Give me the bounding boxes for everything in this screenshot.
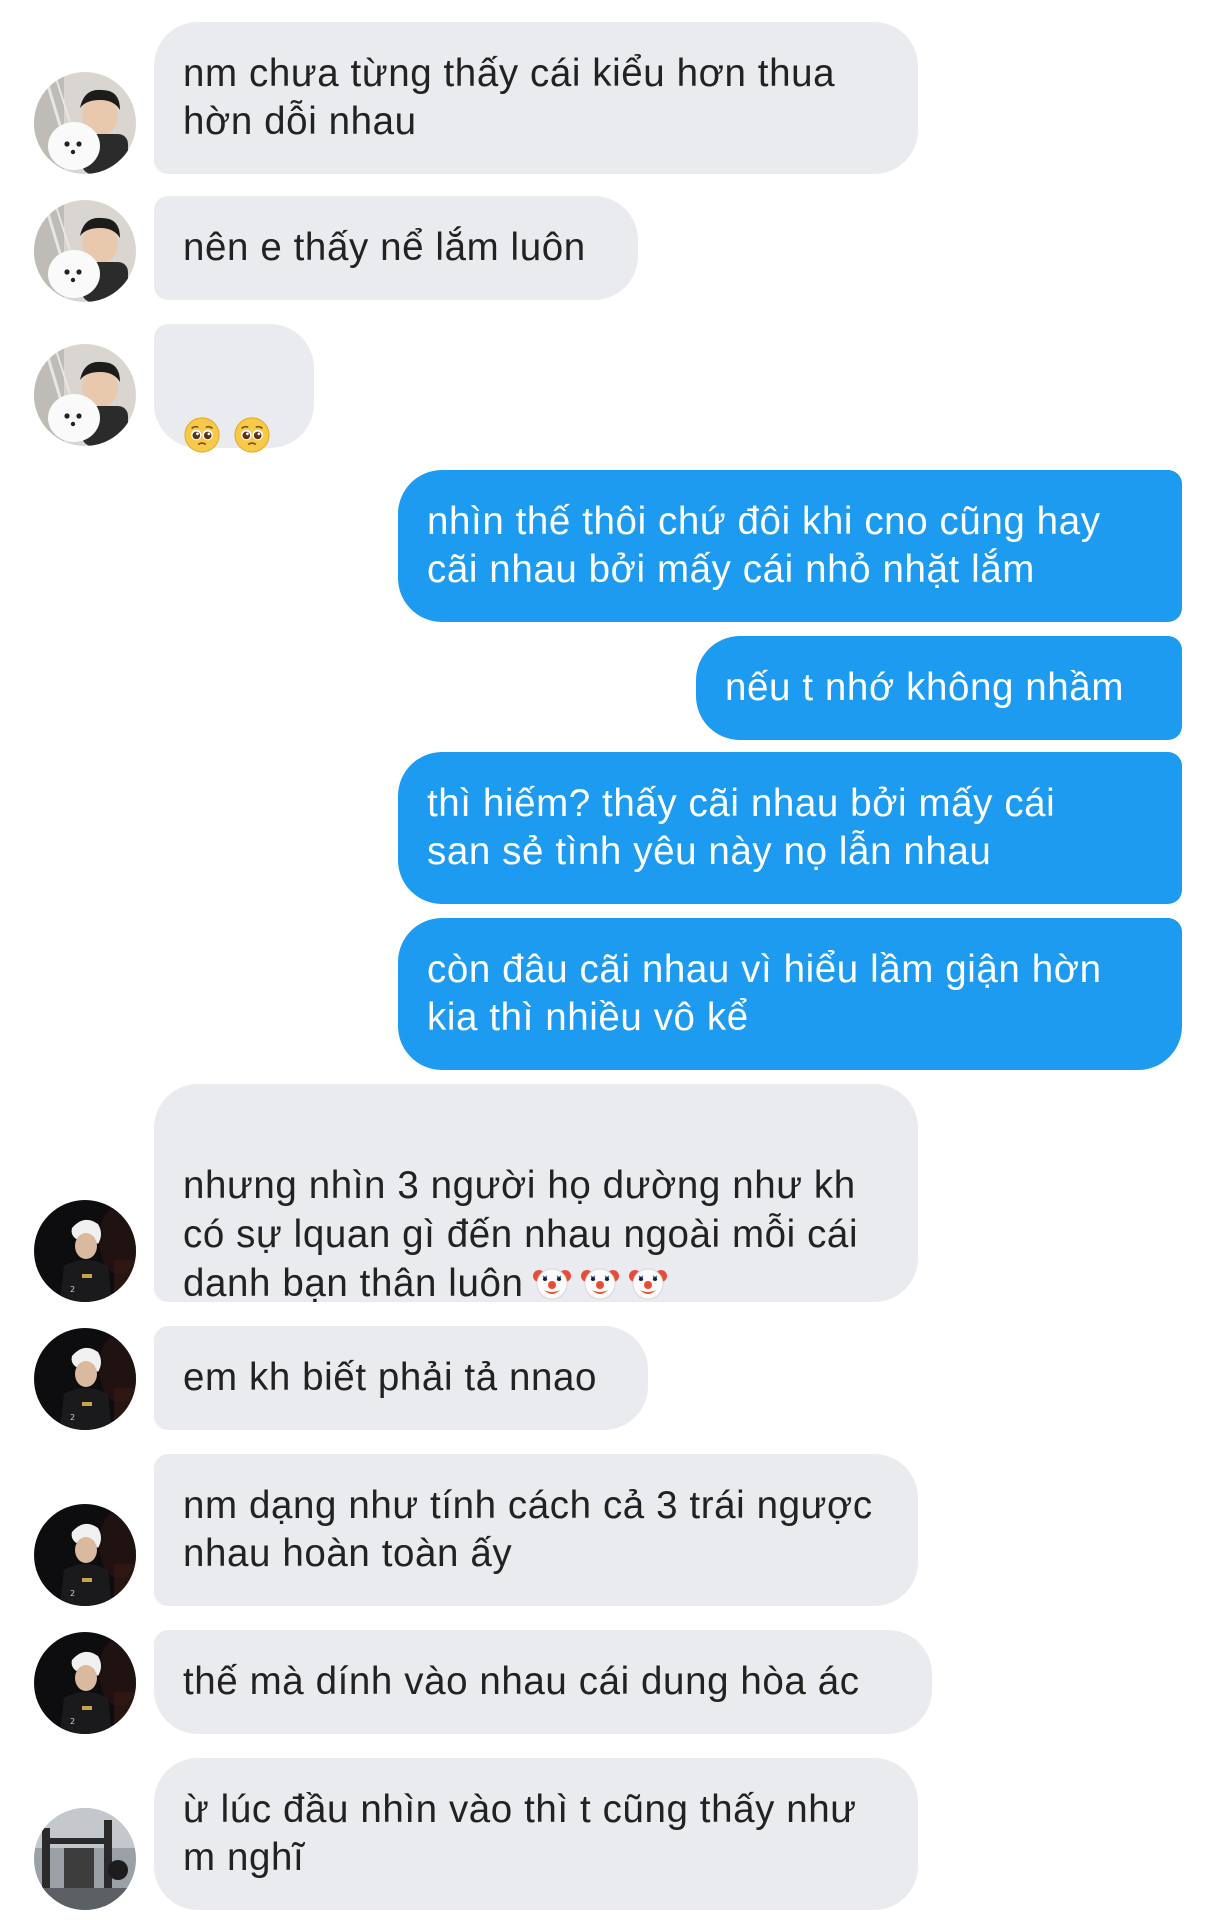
contact-avatar[interactable] bbox=[34, 200, 136, 302]
incoming-message[interactable]: thế mà dính vào nhau cái dung hòa ác bbox=[154, 1630, 932, 1734]
incoming-message[interactable]: nm chưa từng thấy cái kiểu hơn thua hờn … bbox=[154, 22, 918, 174]
chat-thread: nm chưa từng thấy cái kiểu hơn thua hờn … bbox=[0, 0, 1220, 1920]
pleading-face-icon bbox=[233, 416, 271, 454]
incoming-message[interactable]: nm dạng như tính cách cả 3 trái ngược nh… bbox=[154, 1454, 918, 1606]
outgoing-message[interactable]: nhìn thế thôi chứ đôi khi cno cũng hay c… bbox=[398, 470, 1182, 622]
contact-avatar[interactable] bbox=[34, 1808, 136, 1910]
outgoing-message[interactable]: thì hiếm? thấy cãi nhau bởi mấy cái san … bbox=[398, 752, 1182, 904]
outgoing-message[interactable]: còn đâu cãi nhau vì hiểu lầm giận hờn ki… bbox=[398, 918, 1182, 1070]
message-text: nhưng nhìn 3 người họ dường như kh có sự… bbox=[183, 1164, 859, 1305]
avatar-player-dark-icon bbox=[34, 1504, 136, 1606]
incoming-message[interactable]: nhưng nhìn 3 người họ dường như kh có sự… bbox=[154, 1084, 918, 1305]
contact-avatar[interactable] bbox=[34, 1504, 136, 1606]
clown-face-icon bbox=[628, 1262, 668, 1302]
avatar-boy-with-white-dog-icon bbox=[34, 200, 136, 302]
avatar-boy-with-white-dog-icon bbox=[34, 344, 136, 446]
clown-face-icon bbox=[580, 1262, 620, 1302]
contact-avatar[interactable] bbox=[34, 1328, 136, 1430]
contact-avatar[interactable] bbox=[34, 344, 136, 446]
avatar-boy-with-white-dog-icon bbox=[34, 72, 136, 174]
incoming-message[interactable]: nên e thấy nể lắm luôn bbox=[154, 196, 638, 300]
contact-avatar[interactable] bbox=[34, 1200, 136, 1302]
contact-avatar[interactable] bbox=[34, 72, 136, 174]
outgoing-message[interactable]: nếu t nhớ không nhầm bbox=[696, 636, 1182, 740]
avatar-player-dark-icon bbox=[34, 1632, 136, 1734]
contact-avatar[interactable] bbox=[34, 1632, 136, 1734]
avatar-player-dark-icon bbox=[34, 1328, 136, 1430]
incoming-message[interactable]: ừ lúc đầu nhìn vào thì t cũng thấy như m… bbox=[154, 1758, 918, 1910]
pleading-face-icon bbox=[183, 416, 221, 454]
avatar-player-dark-icon bbox=[34, 1200, 136, 1302]
incoming-message[interactable]: em kh biết phải tả nnao bbox=[154, 1326, 648, 1430]
clown-face-icon bbox=[532, 1262, 572, 1302]
incoming-message[interactable] bbox=[154, 324, 314, 448]
avatar-gym-icon bbox=[34, 1808, 136, 1910]
